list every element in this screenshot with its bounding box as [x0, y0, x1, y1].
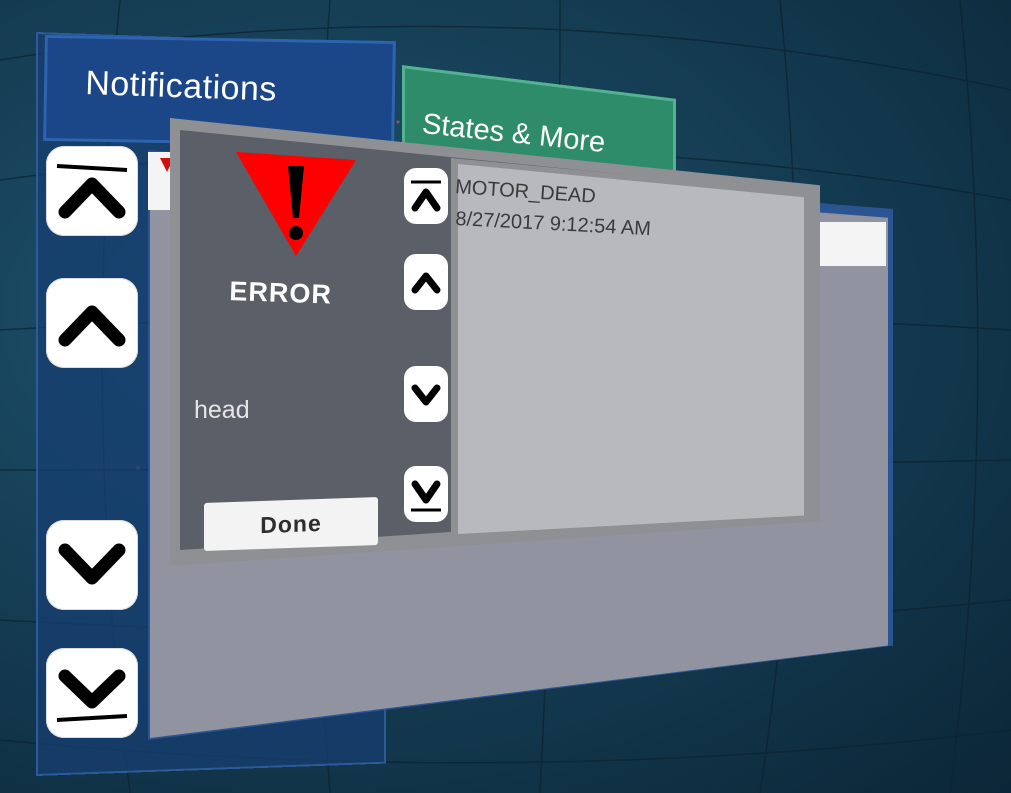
notification-list-item[interactable] [812, 222, 886, 266]
scroll-to-top-icon [411, 180, 441, 212]
scroll-top-button[interactable] [46, 146, 138, 236]
error-component-label: head [194, 396, 250, 424]
chevron-down-icon [411, 384, 441, 406]
chevron-down-icon [58, 543, 126, 585]
scroll-to-bottom-icon [56, 669, 128, 722]
message-scroll-down-button[interactable] [404, 366, 448, 422]
message-scroll-bottom-button[interactable] [404, 466, 448, 522]
scroll-down-button[interactable] [46, 520, 138, 610]
scroll-to-bottom-icon [411, 480, 441, 512]
warning-triangle-icon [236, 152, 356, 256]
scroll-bottom-button[interactable] [46, 648, 138, 738]
scroll-up-button[interactable] [46, 278, 138, 368]
notifications-title: Notifications [84, 64, 278, 109]
chevron-up-icon [411, 272, 441, 294]
message-scroll-top-button[interactable] [404, 168, 448, 224]
scroll-to-top-icon [56, 164, 128, 219]
error-status-label: ERROR [228, 276, 333, 310]
done-button[interactable]: Done [204, 496, 378, 552]
chevron-up-icon [58, 305, 126, 347]
message-scroll-up-button[interactable] [404, 254, 448, 310]
